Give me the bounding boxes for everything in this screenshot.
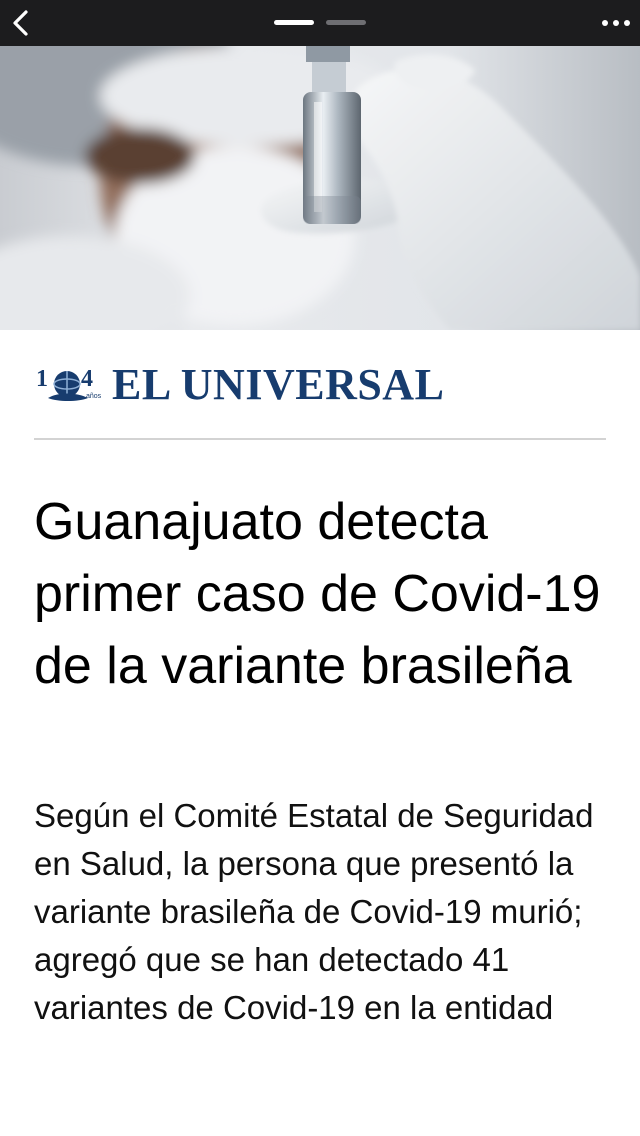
page-indicator-next[interactable] <box>326 20 366 25</box>
page-indicator-current <box>274 20 314 25</box>
more-options-button[interactable] <box>600 8 632 38</box>
divider <box>34 438 606 440</box>
publication-logo: 1 4 años EL UNIVERSAL <box>36 358 496 412</box>
back-button[interactable] <box>6 6 38 40</box>
chevron-left-icon <box>13 10 28 36</box>
hero-image <box>0 46 640 330</box>
vaccine-vial-photo <box>0 46 640 330</box>
svg-text:años: años <box>86 393 102 400</box>
page-indicator <box>274 20 366 26</box>
brand-name: EL UNIVERSAL <box>112 360 445 409</box>
svg-text:1: 1 <box>36 366 48 392</box>
article-headline: Guanajuato detecta primer caso de Covid-… <box>34 493 601 695</box>
anniversary-globe-icon: 1 4 años <box>36 366 102 401</box>
svg-text:4: 4 <box>81 366 93 392</box>
more-horizontal-icon <box>602 20 630 26</box>
top-navigation-bar <box>0 0 640 46</box>
article-summary: Según el Comité Estatal de Seguridad en … <box>34 797 594 1026</box>
